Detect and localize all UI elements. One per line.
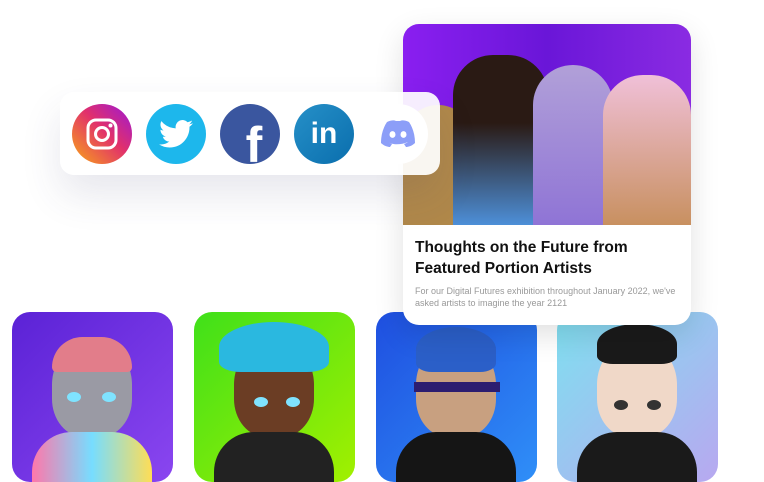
social-links-bar: f in xyxy=(60,92,440,175)
linkedin-icon[interactable]: in xyxy=(294,103,354,164)
twitter-icon[interactable] xyxy=(146,103,206,164)
avatar-card-1[interactable] xyxy=(12,312,173,482)
article-card[interactable]: Thoughts on the Future from Featured Por… xyxy=(403,24,691,325)
article-title[interactable]: Thoughts on the Future from Featured Por… xyxy=(415,237,679,279)
avatar-card-3[interactable] xyxy=(376,312,537,482)
avatar-card-2[interactable] xyxy=(194,312,355,482)
instagram-icon[interactable] xyxy=(72,103,132,164)
article-image xyxy=(403,24,691,225)
linkedin-glyph: in xyxy=(310,116,338,150)
facebook-glyph: f xyxy=(245,116,263,164)
facebook-icon[interactable]: f xyxy=(220,103,280,164)
avatar-card-4[interactable] xyxy=(557,312,718,482)
article-description: For our Digital Futures exhibition throu… xyxy=(415,286,676,308)
discord-icon[interactable] xyxy=(368,103,428,164)
